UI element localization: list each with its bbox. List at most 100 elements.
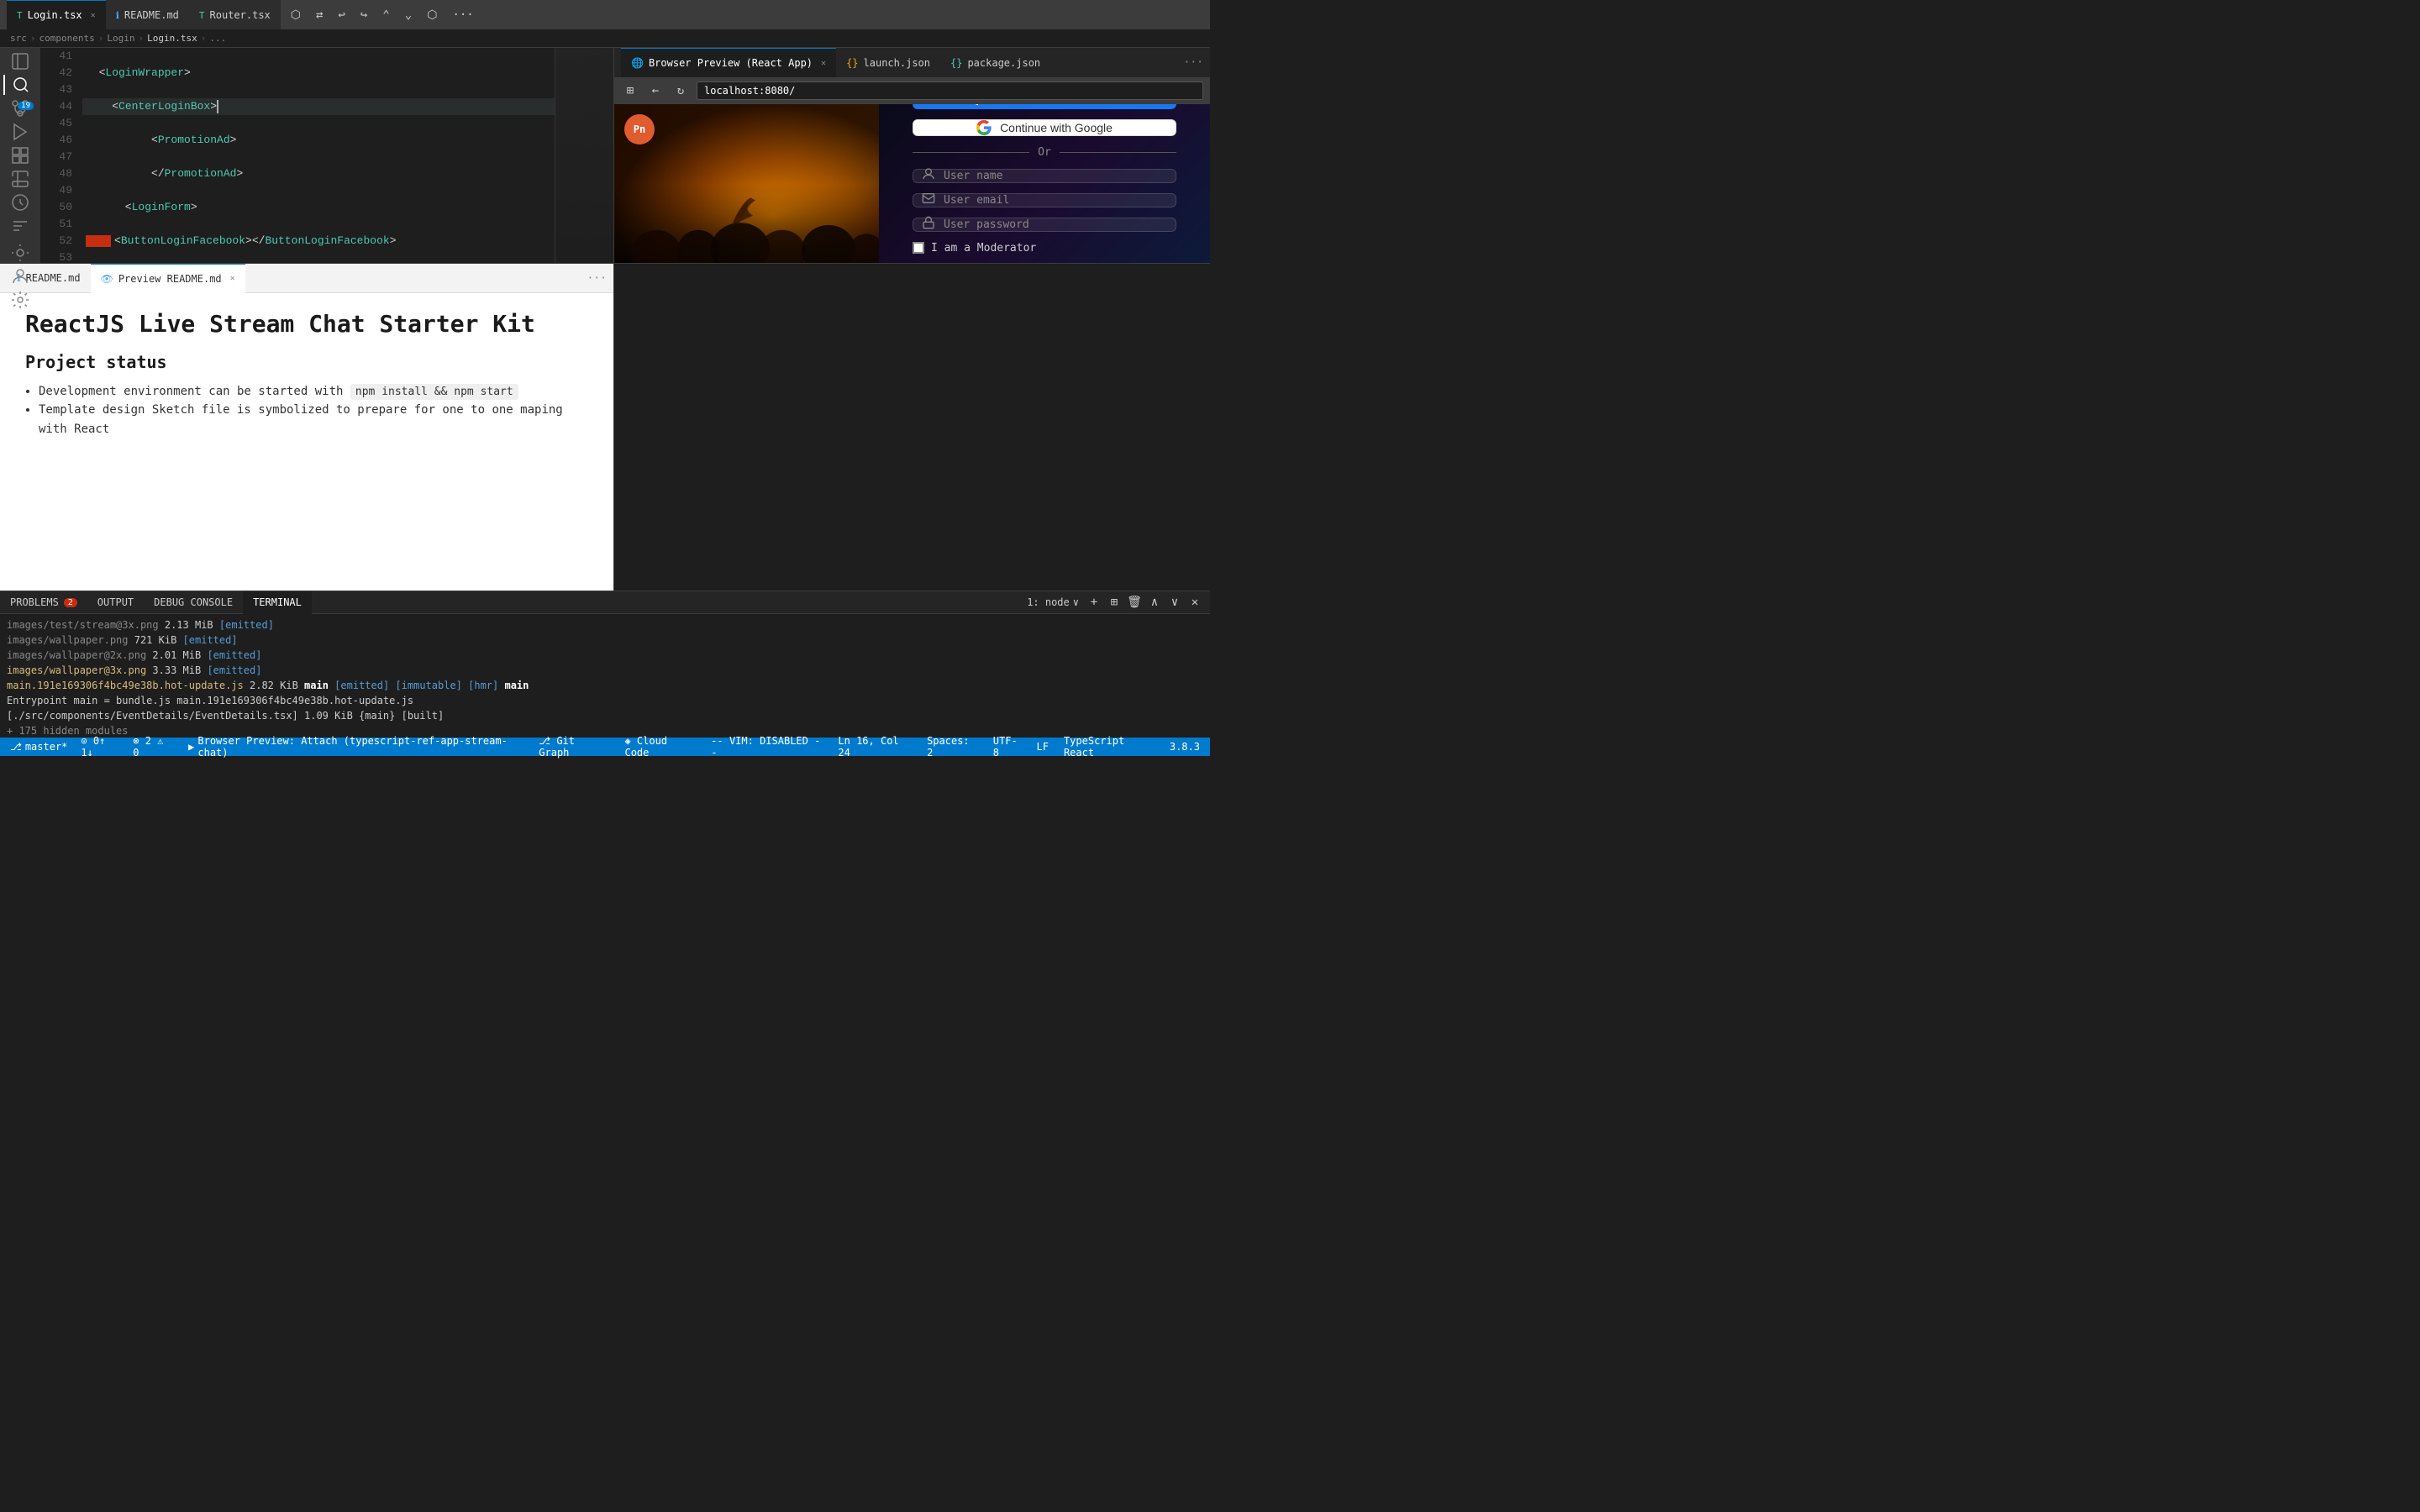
code-editor[interactable]: 41 42 43 44 45 46 47 48 49 50 51 52 53 5… — [40, 48, 613, 263]
facebook-btn-label: Continue with Facebook — [988, 104, 1114, 107]
code-line-53 — [82, 249, 555, 263]
browser-back-btn[interactable]: ← — [646, 81, 665, 100]
toggle-layout-btn[interactable]: ⇄ — [309, 0, 329, 29]
terminal-trash-btn[interactable]: 🗑 — [1126, 594, 1143, 611]
activity-debug[interactable] — [3, 192, 37, 213]
editor-area: 41 42 43 44 45 46 47 48 49 50 51 52 53 5… — [40, 48, 613, 263]
minimap — [555, 48, 613, 263]
browser-layout-btn[interactable]: ⊞ — [621, 81, 639, 100]
terminal-select[interactable]: 1: node ∨ — [1020, 591, 1086, 614]
activity-test[interactable] — [3, 169, 37, 189]
status-version[interactable]: 3.8.3 — [1166, 738, 1203, 756]
tab-label: README.md — [124, 9, 179, 21]
breadcrumb-login[interactable]: Login — [107, 33, 134, 44]
down-btn[interactable]: ⌄ — [398, 0, 418, 29]
password-input[interactable]: User password — [913, 218, 1176, 232]
browser-tab-launch[interactable]: {} launch.json — [836, 48, 940, 77]
browser-more-btn[interactable]: ··· — [1184, 56, 1203, 69]
language-text: TypeScript React — [1064, 735, 1155, 759]
terminal-collapse-btn[interactable]: ∧ — [1146, 594, 1163, 611]
readme-bullet-1: Development environment can be started w… — [39, 382, 588, 402]
browser-tab-preview[interactable]: 🌐 Browser Preview (React App) ✕ — [621, 48, 836, 77]
activity-remote[interactable] — [3, 243, 37, 263]
status-preview-task[interactable]: ▶ Browser Preview: Attach (typescript-re… — [185, 738, 525, 756]
readme-project-status-heading: Project status — [25, 352, 588, 372]
user-icon — [922, 167, 935, 184]
code-content[interactable]: <LoginWrapper> <CenterLoginBox> <Promoti… — [82, 48, 555, 263]
status-encoding[interactable]: UTF-8 — [990, 738, 1025, 756]
tab-output[interactable]: OUTPUT — [87, 591, 144, 614]
browser-tab-label-launch: launch.json — [864, 57, 930, 69]
browser-refresh-btn[interactable]: ↻ — [671, 81, 690, 100]
status-spaces[interactable]: Spaces: 2 — [923, 738, 981, 756]
tab-readme-md[interactable]: ℹ README.md — [106, 0, 189, 29]
readme-bullet-1-code: npm install && npm start — [350, 384, 518, 400]
google-login-btn[interactable]: Continue with Google — [913, 119, 1176, 136]
status-position[interactable]: Ln 16, Col 24 — [834, 738, 915, 756]
readme-tab-preview[interactable]: 👁 Preview README.md ✕ — [91, 264, 245, 293]
status-branch[interactable]: ⎇ master* — [7, 738, 71, 756]
email-placeholder: User email — [944, 194, 1009, 207]
status-sync[interactable]: ⊙ 0↑ 1↓ — [77, 738, 123, 756]
tab-terminal[interactable]: TERMINAL — [243, 591, 312, 614]
activity-explorer[interactable] — [3, 51, 37, 71]
breadcrumb-more[interactable]: ... — [209, 33, 226, 44]
live-indicator-text: Pn — [634, 123, 645, 135]
activity-search[interactable] — [3, 75, 37, 95]
live-indicator: Pn — [624, 114, 655, 144]
activity-source-control[interactable]: 19 — [3, 98, 37, 118]
activity-extensions[interactable] — [3, 145, 37, 165]
email-input[interactable]: User email — [913, 193, 1176, 207]
facebook-login-btn[interactable]: f Continue with Facebook — [913, 104, 1176, 109]
terminal-split-btn[interactable]: ⊞ — [1106, 594, 1123, 611]
activity-git[interactable] — [3, 216, 37, 236]
status-vim[interactable]: -- VIM: DISABLED -- — [708, 738, 824, 756]
browser-tab-close[interactable]: ✕ — [821, 59, 826, 68]
forward-btn[interactable]: ↪ — [354, 0, 374, 29]
view-btn[interactable]: ⬡ — [420, 0, 444, 29]
file1-name: images/test/stream@3x.png — [7, 619, 159, 631]
browser-tab-package[interactable]: {} package.json — [940, 48, 1050, 77]
status-errors[interactable]: ⊗ 2 ⚠ 0 — [129, 738, 175, 756]
more-btn[interactable]: ··· — [445, 0, 480, 29]
browser-url-bar[interactable]: localhost:8080/ — [697, 81, 1203, 100]
activity-run[interactable] — [3, 122, 37, 142]
readme-more-btn[interactable]: ··· — [587, 272, 607, 285]
activity-settings[interactable] — [3, 290, 37, 310]
code-line-49 — [82, 182, 555, 199]
bottom-browser-panel — [613, 264, 1210, 591]
browser-tab-label: Browser Preview (React App) — [649, 57, 813, 69]
tab-router-tsx[interactable]: T Router.tsx — [189, 0, 281, 29]
code-line-45 — [82, 115, 555, 132]
tab-debug-console[interactable]: DEBUG CONSOLE — [144, 591, 243, 614]
tab-label: Login.tsx — [28, 9, 82, 21]
breadcrumb-components[interactable]: components — [39, 33, 95, 44]
back-btn[interactable]: ↩ — [331, 0, 351, 29]
up-btn[interactable]: ⌃ — [376, 0, 396, 29]
moderator-checkbox[interactable] — [913, 242, 924, 254]
tab-close-login[interactable]: ✕ — [91, 11, 96, 20]
readme-bullet-1-text: Development environment can be started w… — [39, 385, 343, 398]
terminal-add-btn[interactable]: + — [1086, 594, 1102, 611]
chevron-down-icon: ∨ — [1073, 596, 1079, 608]
status-eol[interactable]: LF — [1034, 738, 1052, 756]
terminal-area[interactable]: images/test/stream@3x.png 2.13 MiB [emit… — [0, 613, 1210, 738]
breadcrumb-file[interactable]: Login.tsx — [147, 33, 197, 44]
browser-panel: 🌐 Browser Preview (React App) ✕ {} launc… — [613, 48, 1210, 263]
activity-accounts[interactable] — [3, 266, 37, 286]
breadcrumb: src › components › Login › Login.tsx › .… — [0, 29, 1210, 48]
terminal-expand-btn[interactable]: ∨ — [1166, 594, 1183, 611]
tab-login-tsx[interactable]: T Login.tsx ✕ — [7, 0, 106, 29]
status-git-graph[interactable]: ⎇ Git Graph — [535, 738, 611, 756]
terminal-line-5: main.191e169306f4bc49e38b.hot-update.js … — [7, 678, 1203, 693]
status-cloud-code[interactable]: ◈ Cloud Code — [621, 738, 697, 756]
split-editor-btn[interactable]: ⬡ — [284, 0, 308, 29]
terminal-close-btn[interactable]: ✕ — [1186, 594, 1203, 611]
status-language[interactable]: TypeScript React — [1060, 738, 1158, 756]
readme-bullet-list: Development environment can be started w… — [25, 382, 588, 439]
tab-problems[interactable]: PROBLEMS 2 — [0, 591, 87, 614]
readme-tab-close[interactable]: ✕ — [230, 274, 235, 283]
username-input[interactable]: User name — [913, 169, 1176, 183]
breadcrumb-src[interactable]: src — [10, 33, 27, 44]
browser-tab-label-package: package.json — [967, 57, 1040, 69]
